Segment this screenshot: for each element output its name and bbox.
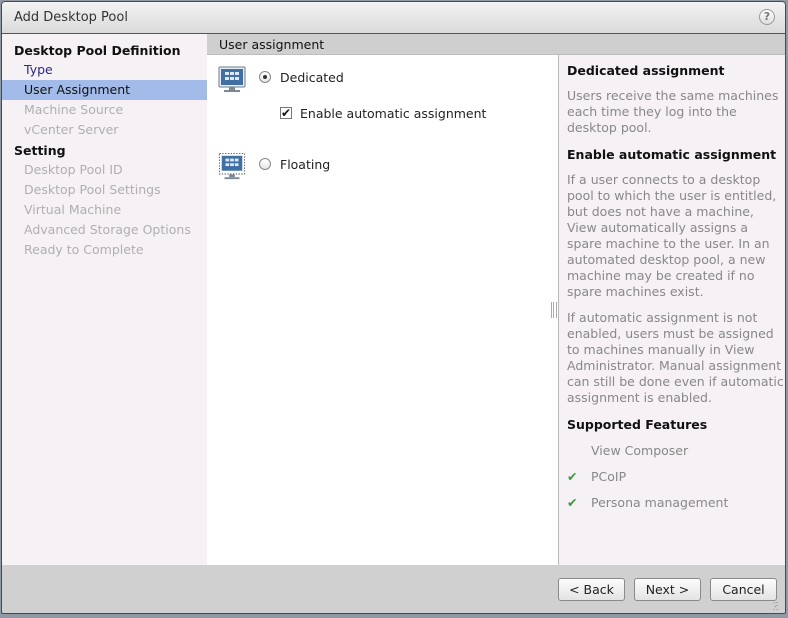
resize-grip-icon[interactable]: ·: ∴ bbox=[773, 600, 783, 613]
wizard-nav: Desktop Pool Definition Type User Assign… bbox=[2, 34, 207, 565]
back-button[interactable]: < Back bbox=[558, 578, 625, 601]
dedicated-label[interactable]: Dedicated bbox=[280, 70, 344, 85]
help-icon[interactable]: ? bbox=[759, 9, 775, 25]
nav-heading-definition: Desktop Pool Definition bbox=[14, 43, 181, 58]
dialog-title: Add Desktop Pool bbox=[14, 10, 128, 25]
checkmark-icon: ✔ bbox=[567, 495, 578, 510]
floating-label[interactable]: Floating bbox=[280, 157, 330, 172]
nav-item-desktop-pool-id: Desktop Pool ID bbox=[24, 162, 123, 177]
dedicated-radio[interactable] bbox=[259, 71, 271, 83]
help-heading-auto-assign: Enable automatic assignment bbox=[567, 147, 777, 162]
next-button[interactable]: Next > bbox=[634, 578, 701, 601]
user-assignment-panel: Dedicated ✔ Enable automatic assignment … bbox=[207, 55, 558, 565]
monitor-dashed-icon bbox=[218, 153, 246, 180]
help-text-manual-assign: If automatic assignment is not enabled, … bbox=[567, 310, 784, 405]
help-pane: Dedicated assignment Users receive the s… bbox=[559, 55, 785, 565]
cancel-button[interactable]: Cancel bbox=[710, 578, 777, 601]
help-text-auto-assign: If a user connects to a desktop pool to … bbox=[567, 172, 777, 299]
monitor-icon bbox=[218, 66, 246, 92]
title-bar[interactable]: Add Desktop Pool ? bbox=[2, 2, 785, 34]
nav-item-virtual-machine: Virtual Machine bbox=[24, 202, 122, 217]
feature-view-composer: View Composer bbox=[591, 443, 689, 458]
feature-persona-management: ✔ Persona management bbox=[567, 495, 729, 510]
feature-pcoip: ✔ PCoIP bbox=[567, 469, 627, 484]
floating-radio[interactable] bbox=[259, 158, 271, 170]
nav-item-user-assignment[interactable]: User Assignment bbox=[2, 80, 207, 100]
nav-item-machine-source: Machine Source bbox=[24, 102, 124, 117]
help-heading-features: Supported Features bbox=[567, 417, 708, 432]
section-header: User assignment bbox=[207, 34, 785, 55]
section-title: User assignment bbox=[219, 37, 325, 52]
nav-item-ready-to-complete: Ready to Complete bbox=[24, 242, 144, 257]
nav-heading-setting: Setting bbox=[14, 143, 66, 158]
nav-item-desktop-pool-settings: Desktop Pool Settings bbox=[24, 182, 161, 197]
nav-item-advanced-storage: Advanced Storage Options bbox=[24, 222, 191, 237]
splitter-grip[interactable] bbox=[551, 302, 557, 318]
help-heading-dedicated: Dedicated assignment bbox=[567, 63, 725, 78]
nav-item-vcenter-server: vCenter Server bbox=[24, 122, 119, 137]
add-desktop-pool-dialog: Add Desktop Pool ? Desktop Pool Definiti… bbox=[1, 1, 786, 614]
auto-assign-checkbox[interactable]: ✔ bbox=[280, 107, 292, 119]
nav-item-type[interactable]: Type bbox=[2, 60, 207, 80]
checkmark-icon: ✔ bbox=[567, 469, 578, 484]
help-text-dedicated: Users receive the same machines each tim… bbox=[567, 88, 779, 135]
auto-assign-label[interactable]: Enable automatic assignment bbox=[300, 106, 486, 121]
